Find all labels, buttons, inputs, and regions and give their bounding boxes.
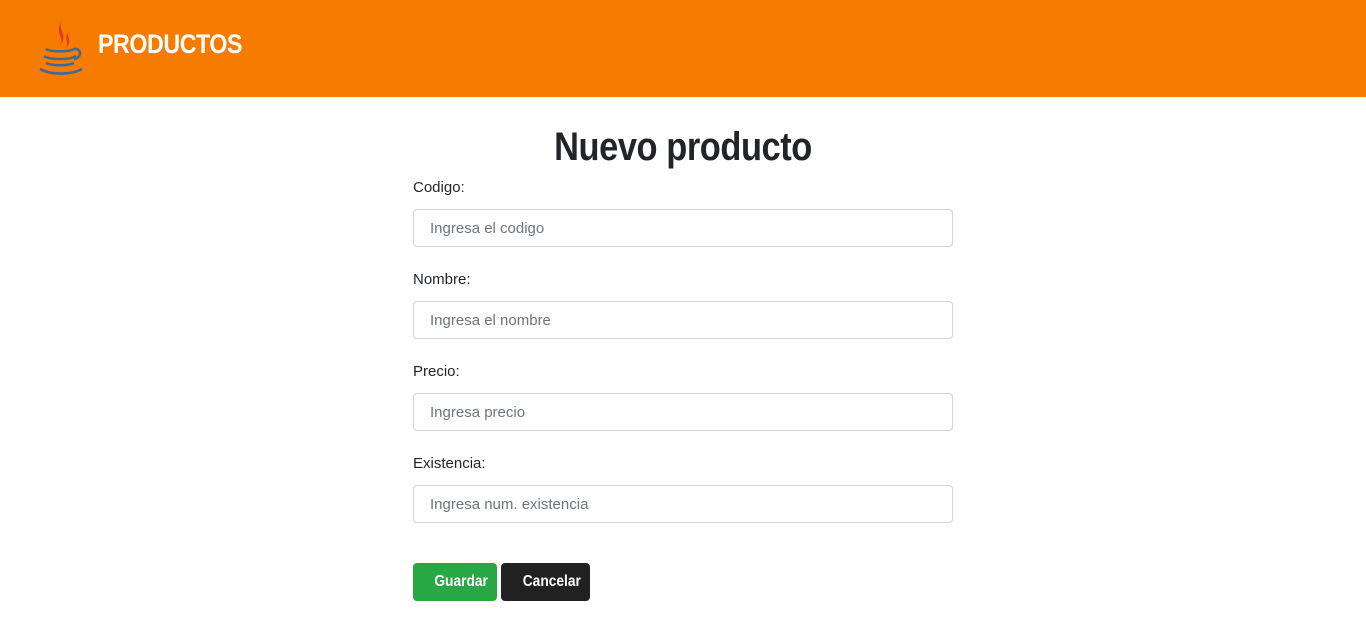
brand-title: PRODUCTOS xyxy=(98,28,243,59)
precio-label: Precio: xyxy=(413,363,460,380)
field-group-existencia: Existencia: xyxy=(413,454,953,523)
field-group-precio: Precio: xyxy=(413,362,953,431)
nombre-input[interactable] xyxy=(413,301,953,339)
java-coffee-cup-icon xyxy=(39,18,83,75)
save-button-label: Guardar xyxy=(434,573,488,590)
codigo-input[interactable] xyxy=(413,209,953,247)
top-navbar: PRODUCTOS xyxy=(0,0,1366,97)
cancel-button[interactable]: Cancelar xyxy=(501,563,590,601)
codigo-label: Codigo: xyxy=(413,179,465,196)
field-group-nombre: Nombre: xyxy=(413,270,953,339)
existencia-label: Existencia: xyxy=(413,455,486,472)
save-button[interactable]: Guardar xyxy=(413,563,497,601)
new-product-form: Codigo: Nombre: Precio: Existencia: Guar… xyxy=(413,178,953,601)
page-title: Nuevo producto xyxy=(554,125,812,169)
nombre-label: Nombre: xyxy=(413,271,471,288)
existencia-input[interactable] xyxy=(413,485,953,523)
new-product-form-container: Nuevo producto Codigo: Nombre: Precio: E… xyxy=(413,120,953,601)
form-actions: Guardar Cancelar xyxy=(413,563,953,601)
field-group-codigo: Codigo: xyxy=(413,178,953,247)
brand-link[interactable]: PRODUCTOS xyxy=(36,16,266,76)
precio-input[interactable] xyxy=(413,393,953,431)
cancel-button-label: Cancelar xyxy=(522,573,581,590)
